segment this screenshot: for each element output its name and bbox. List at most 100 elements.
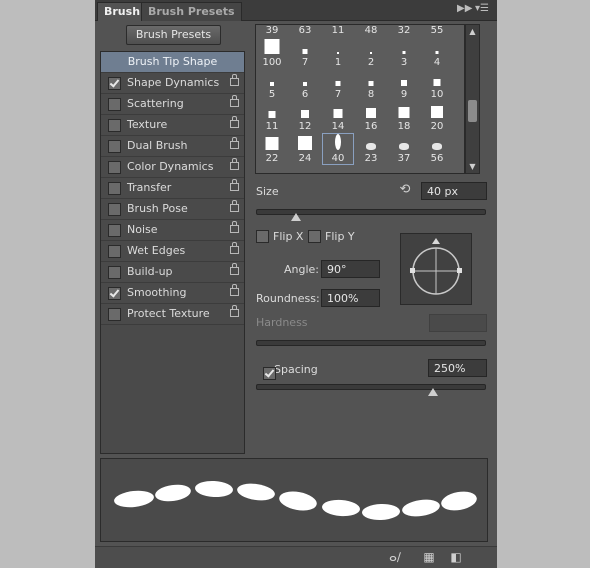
brush-tip-shape bbox=[432, 143, 442, 150]
lock-icon[interactable] bbox=[230, 179, 239, 191]
reset-size-icon[interactable]: ⟲ bbox=[398, 183, 412, 197]
brush-tip-shape bbox=[370, 52, 372, 54]
brush-tip[interactable]: 16 bbox=[355, 101, 387, 133]
brush-option-checkbox[interactable] bbox=[108, 203, 121, 216]
flip-y-checkbox[interactable] bbox=[308, 229, 321, 243]
brush-tip[interactable]: 2 bbox=[355, 37, 387, 69]
angle-roundness-widget[interactable] bbox=[400, 233, 472, 305]
lock-icon[interactable] bbox=[230, 263, 239, 275]
brush-tip[interactable]: 20 bbox=[421, 101, 453, 133]
brush-option-brush-pose[interactable]: Brush Pose bbox=[101, 199, 244, 220]
brush-tip[interactable]: 1 bbox=[322, 37, 354, 69]
brush-tip[interactable]: 22 bbox=[256, 133, 288, 165]
size-slider[interactable] bbox=[256, 209, 486, 221]
roundness-input[interactable]: 100% bbox=[321, 289, 380, 307]
lock-icon[interactable] bbox=[230, 158, 239, 170]
brush-option-checkbox[interactable] bbox=[108, 245, 121, 258]
lock-icon[interactable] bbox=[230, 284, 239, 296]
spacing-slider[interactable] bbox=[256, 384, 486, 396]
lock-icon[interactable] bbox=[230, 305, 239, 317]
brush-option-brush-tip-shape[interactable]: Brush Tip Shape bbox=[101, 52, 244, 73]
lock-icon[interactable] bbox=[230, 74, 239, 86]
brush-option-transfer[interactable]: Transfer bbox=[101, 178, 244, 199]
grid-preset-icon[interactable]: ▦ bbox=[422, 550, 436, 564]
brush-option-checkbox[interactable] bbox=[108, 140, 121, 153]
new-preset-icon[interactable]: ◧ bbox=[449, 550, 463, 564]
brush-tip[interactable]: 23 bbox=[355, 133, 387, 165]
panel-menu-icon[interactable]: ▾☰ bbox=[475, 3, 489, 14]
brush-option-wet-edges[interactable]: Wet Edges bbox=[101, 241, 244, 262]
lock-icon[interactable] bbox=[230, 242, 239, 254]
size-slider-knob[interactable] bbox=[290, 213, 301, 221]
brush-grid-scrollbar[interactable]: ▲ ▼ bbox=[465, 24, 480, 174]
spacing-input[interactable]: 250% bbox=[428, 359, 487, 377]
brush-tip[interactable]: 6 bbox=[289, 69, 321, 101]
brush-option-shape-dynamics[interactable]: Shape Dynamics bbox=[101, 73, 244, 94]
flip-y-control[interactable]: Flip Y bbox=[308, 229, 355, 243]
brush-tip[interactable]: 12 bbox=[289, 101, 321, 133]
brush-tip[interactable]: 56 bbox=[421, 133, 453, 165]
brush-option-texture[interactable]: Texture bbox=[101, 115, 244, 136]
brush-option-checkbox[interactable] bbox=[108, 287, 121, 300]
brush-option-checkbox[interactable] bbox=[108, 98, 121, 111]
brush-option-checkbox[interactable] bbox=[108, 161, 121, 174]
brush-tip[interactable]: 40 bbox=[322, 133, 354, 165]
brush-option-color-dynamics[interactable]: Color Dynamics bbox=[101, 157, 244, 178]
brush-tip[interactable]: 55 bbox=[421, 25, 453, 37]
brush-tip[interactable]: 37 bbox=[388, 133, 420, 165]
brush-option-protect-texture[interactable]: Protect Texture bbox=[101, 304, 244, 325]
flip-x-control[interactable]: Flip X bbox=[256, 229, 303, 243]
lock-icon[interactable] bbox=[230, 221, 239, 233]
brush-tip[interactable]: 48 bbox=[355, 25, 387, 37]
flip-x-checkbox[interactable] bbox=[256, 229, 269, 243]
roundness-label: Roundness: bbox=[256, 292, 320, 305]
spacing-control[interactable]: Spacing bbox=[256, 362, 318, 380]
brush-presets-button[interactable]: Brush Presets bbox=[126, 25, 221, 45]
scroll-up-icon[interactable]: ▲ bbox=[468, 27, 477, 36]
brush-option-checkbox[interactable] bbox=[108, 77, 121, 90]
brush-option-build-up[interactable]: Build-up bbox=[101, 262, 244, 283]
scroll-thumb[interactable] bbox=[468, 100, 477, 122]
brush-tip[interactable]: 5 bbox=[256, 69, 288, 101]
brush-option-checkbox[interactable] bbox=[108, 224, 121, 237]
brush-tip[interactable]: 63 bbox=[289, 25, 321, 37]
double-arrow-icon[interactable]: ▶▶ bbox=[457, 3, 472, 14]
brush-tip[interactable]: 32 bbox=[388, 25, 420, 37]
brush-tip[interactable]: 9 bbox=[388, 69, 420, 101]
brush-tip[interactable]: 18 bbox=[388, 101, 420, 133]
brush-tip[interactable]: 7 bbox=[322, 69, 354, 101]
tab-brush-presets[interactable]: Brush Presets bbox=[141, 2, 242, 21]
angle-input[interactable]: 90° bbox=[321, 260, 380, 278]
lock-icon[interactable] bbox=[230, 116, 239, 128]
brush-tip-size: 40 bbox=[331, 153, 345, 164]
lock-icon[interactable] bbox=[230, 95, 239, 107]
brush-option-checkbox[interactable] bbox=[108, 308, 121, 321]
stroke-preview-image bbox=[114, 480, 477, 521]
brush-tip[interactable]: 24 bbox=[289, 133, 321, 165]
lock-icon[interactable] bbox=[230, 137, 239, 149]
brush-option-checkbox[interactable] bbox=[108, 266, 121, 279]
spacing-slider-knob[interactable] bbox=[427, 388, 438, 396]
toggle-brush-preview-icon[interactable]: ⴰ∕ bbox=[385, 550, 405, 564]
brush-tip[interactable]: 4 bbox=[421, 37, 453, 69]
brush-option-scattering[interactable]: Scattering bbox=[101, 94, 244, 115]
brush-option-noise[interactable]: Noise bbox=[101, 220, 244, 241]
brush-option-checkbox[interactable] bbox=[108, 182, 121, 195]
brush-tip[interactable]: 11 bbox=[322, 25, 354, 37]
brush-option-checkbox[interactable] bbox=[108, 119, 121, 132]
brush-tip[interactable]: 8 bbox=[355, 69, 387, 101]
brush-tip[interactable]: 39 bbox=[256, 25, 288, 37]
scroll-down-icon[interactable]: ▼ bbox=[468, 162, 477, 171]
brush-tip[interactable]: 11 bbox=[256, 101, 288, 133]
brush-option-smoothing[interactable]: Smoothing bbox=[101, 283, 244, 304]
brush-tip[interactable]: 100 bbox=[256, 37, 288, 69]
brush-tip[interactable]: 10 bbox=[421, 69, 453, 101]
brush-tip[interactable]: 7 bbox=[289, 37, 321, 69]
brush-tip[interactable]: 3 bbox=[388, 37, 420, 69]
spacing-checkbox[interactable] bbox=[263, 366, 276, 380]
size-input[interactable]: 40 px bbox=[421, 182, 487, 200]
lock-icon[interactable] bbox=[230, 200, 239, 212]
tab-brush[interactable]: Brush bbox=[97, 2, 148, 21]
brush-option-dual-brush[interactable]: Dual Brush bbox=[101, 136, 244, 157]
brush-tip[interactable]: 14 bbox=[322, 101, 354, 133]
